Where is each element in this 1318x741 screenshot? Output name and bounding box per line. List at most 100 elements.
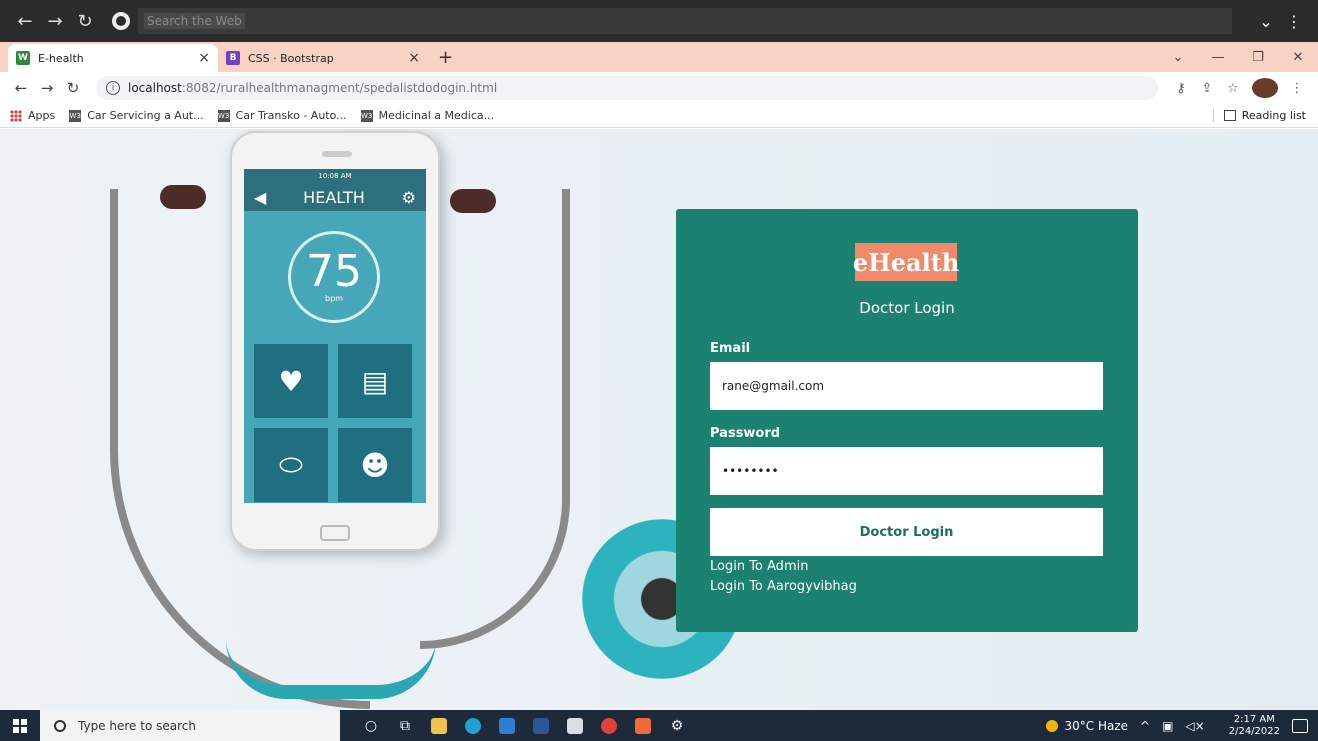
close-icon[interactable]: × [408, 50, 420, 66]
login-card: eHealth Doctor Login Email rane@gmail.co… [676, 209, 1138, 632]
doctor-login-button[interactable]: Doctor Login [710, 508, 1103, 556]
chrome-icon[interactable] [592, 710, 626, 741]
bpm-unit: bpm [325, 294, 343, 303]
bookmark-label: Medicinal a Medica... [378, 109, 495, 122]
weather-text[interactable]: 30°C Haze [1064, 719, 1128, 733]
system-tray: 30°C Haze ^ ▣ ◁× 2:17 AM 2/24/2022 [1046, 714, 1318, 738]
login-aarogya-link[interactable]: Login To Aarogyvibhag [710, 579, 857, 594]
edge-icon[interactable] [456, 710, 490, 741]
bookmarks-bar: Apps W3 Car Servicing a Aut... W3 Car Tr… [0, 104, 1318, 128]
chevron-down-icon[interactable]: ⌄ [1252, 12, 1280, 31]
tab-label: E-health [38, 51, 84, 65]
phone-status-time: 10:08 AM [244, 169, 426, 183]
heart-icon: ♥ [254, 344, 328, 418]
clock-time: 2:17 AM [1233, 713, 1275, 725]
web-search-input[interactable]: Search the Web [138, 8, 1232, 34]
restore-icon[interactable]: ❐ [1238, 50, 1278, 65]
task-view-icon[interactable]: ⧉ [388, 710, 422, 741]
phone-title: HEALTH [303, 187, 365, 207]
web-search-text: Search the Web [144, 13, 245, 29]
more-menu-icon[interactable]: ⋮ [1280, 12, 1308, 31]
url-path: :8082/ruralhealthmanagment/spedalistdodo… [181, 81, 498, 95]
page-content: 10:08 AM ◀ HEALTH ⚙ 75 bpm ♥ ▤ ⬭ ☻ eHeal… [0, 129, 1318, 710]
bookmark-item[interactable]: W3 Car Transko - Auto... [217, 109, 347, 122]
file-explorer-icon[interactable] [422, 710, 456, 741]
pill-icon: ⬭ [254, 428, 328, 502]
bookmark-item[interactable]: W3 Medicinal a Medica... [360, 109, 495, 122]
w3-favicon-icon: W3 [217, 109, 230, 122]
stethoscope-tube-right [420, 189, 570, 649]
password-field[interactable]: •••••••• [710, 447, 1103, 495]
reload-icon[interactable]: ↻ [70, 11, 100, 32]
taskbar-search[interactable]: Type here to search [40, 710, 340, 741]
speaker-icon[interactable]: ◁× [1185, 719, 1204, 733]
phone-illustration: 10:08 AM ◀ HEALTH ⚙ 75 bpm ♥ ▤ ⬭ ☻ [230, 131, 440, 551]
ehealth-logo: eHealth [853, 243, 959, 281]
phone-header: ◀ HEALTH ⚙ [244, 183, 426, 211]
back-icon[interactable]: ← [8, 79, 34, 97]
windows-taskbar: Type here to search ○ ⧉ ⚙ 30°C Haze ^ ▣ … [0, 710, 1318, 741]
back-arrow-icon[interactable]: ← [10, 11, 40, 32]
store-icon[interactable] [558, 710, 592, 741]
phone-speaker [322, 151, 352, 157]
bookmark-apps[interactable]: Apps [10, 109, 55, 122]
close-window-icon[interactable]: ✕ [1278, 50, 1318, 65]
phone-screen: 10:08 AM ◀ HEALTH ⚙ 75 bpm ♥ ▤ ⬭ ☻ [244, 169, 426, 503]
mail-icon[interactable] [490, 710, 524, 741]
share-icon[interactable]: ⇪ [1194, 81, 1220, 96]
xampp-icon[interactable] [626, 710, 660, 741]
clock[interactable]: 2:17 AM 2/24/2022 [1229, 714, 1280, 738]
bookmark-label: Apps [28, 109, 56, 122]
login-admin-link[interactable]: Login To Admin [710, 559, 808, 574]
chevron-up-icon[interactable]: ^ [1140, 719, 1150, 733]
reading-list[interactable]: Reading list [1212, 109, 1306, 122]
w3-favicon-icon: W3 [69, 109, 82, 122]
start-button[interactable] [0, 718, 40, 733]
triangle-back-icon: ◀ [254, 187, 267, 207]
settings-icon[interactable]: ⚙ [660, 710, 694, 741]
minimize-icon[interactable]: — [1198, 50, 1238, 65]
doctor-icon: ☻ [338, 428, 412, 502]
phone-home-button [320, 525, 350, 541]
tab-ehealth[interactable]: W E-health × [8, 44, 218, 72]
tab-bootstrap[interactable]: B CSS · Bootstrap × [218, 44, 428, 72]
network-icon[interactable]: ▣ [1162, 719, 1173, 733]
clipboard-icon: ▤ [338, 344, 412, 418]
more-menu-icon[interactable]: ⋮ [1284, 81, 1310, 96]
cortana-icon[interactable]: ○ [354, 710, 388, 741]
reading-list-icon [1223, 110, 1236, 121]
gear-icon: ⚙ [401, 187, 416, 207]
search-icon [54, 719, 66, 732]
new-tab-icon[interactable]: + [428, 47, 463, 72]
url-bar[interactable]: i localhost :8082/ruralhealthmanagment/s… [96, 76, 1158, 100]
bookmark-label: Car Transko - Auto... [235, 109, 347, 122]
apps-grid-icon [10, 109, 22, 122]
reload-icon[interactable]: ↻ [60, 79, 86, 97]
key-icon[interactable]: ⚷ [1168, 81, 1194, 96]
address-toolbar: ← → ↻ i localhost :8082/ruralhealthmanag… [0, 72, 1318, 104]
heart-rate-ring: 75 bpm [288, 231, 380, 323]
outer-toolbar: ← → ↻ Search the Web ⌄ ⋮ [0, 0, 1318, 42]
tab-search-icon[interactable]: ⌄ [1158, 50, 1198, 65]
star-icon[interactable]: ☆ [1220, 81, 1246, 96]
forward-icon[interactable]: → [34, 79, 60, 97]
forward-arrow-icon[interactable]: → [40, 11, 70, 32]
info-icon[interactable]: i [106, 81, 120, 95]
bookmark-item[interactable]: W3 Car Servicing a Aut... [69, 109, 204, 122]
w3-favicon-icon: W [16, 51, 30, 65]
profile-avatar[interactable] [1252, 78, 1278, 98]
word-icon[interactable] [524, 710, 558, 741]
phone-tiles: ♥ ▤ ⬭ ☻ [254, 344, 416, 502]
password-label: Password [710, 426, 781, 441]
login-subtitle: Doctor Login [859, 299, 955, 317]
taskbar-apps: ○ ⧉ ⚙ [354, 710, 694, 741]
email-field[interactable]: rane@gmail.com [710, 362, 1103, 410]
close-icon[interactable]: × [198, 50, 210, 66]
notification-icon[interactable] [1292, 718, 1308, 733]
clock-date: 2/24/2022 [1228, 725, 1280, 737]
window-controls: ⌄ — ❐ ✕ [1158, 42, 1318, 72]
taskbar-search-placeholder: Type here to search [78, 718, 196, 733]
bootstrap-favicon-icon: B [226, 51, 240, 65]
weather-icon [1046, 719, 1059, 732]
bookmark-label: Car Servicing a Aut... [87, 109, 204, 122]
